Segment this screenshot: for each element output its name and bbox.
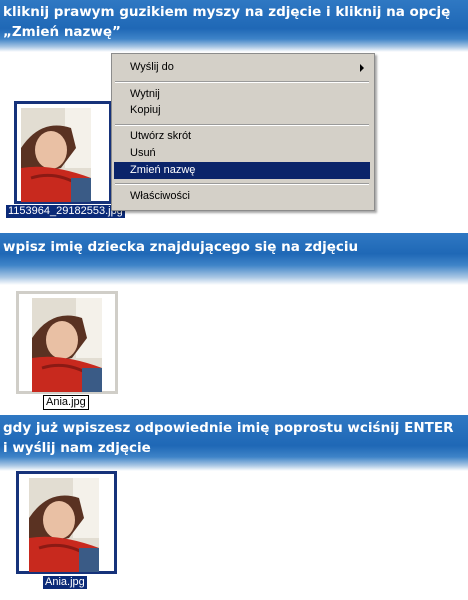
menu-item-send-to[interactable]: Wyślij do bbox=[114, 59, 370, 76]
menu-separator bbox=[115, 81, 369, 83]
instruction-banner-step2: wpisz imię dziecka znajdującego się na z… bbox=[0, 233, 468, 285]
file-thumbnail-renamed[interactable] bbox=[16, 471, 117, 574]
instruction-text: kliknij prawym guzikiem myszy na zdjęcie… bbox=[3, 4, 451, 20]
file-thumbnail-renaming[interactable] bbox=[16, 291, 118, 394]
menu-item-cut[interactable]: Wytnij bbox=[114, 86, 370, 103]
menu-item-properties[interactable]: Właściwości bbox=[114, 188, 370, 205]
instruction-text: gdy już wpiszesz odpowiednie imię popros… bbox=[3, 420, 454, 436]
instruction-banner-step1: kliknij prawym guzikiem myszy na zdjęcie… bbox=[0, 0, 468, 52]
child-photo bbox=[21, 108, 91, 202]
menu-separator bbox=[115, 183, 369, 185]
menu-item-delete[interactable]: Usuń bbox=[114, 145, 370, 162]
menu-separator bbox=[115, 124, 369, 126]
instruction-banner-step3: gdy już wpiszesz odpowiednie imię popros… bbox=[0, 415, 468, 471]
menu-item-rename[interactable]: Zmień nazwę bbox=[114, 162, 370, 179]
child-photo bbox=[32, 298, 102, 392]
file-name-label[interactable]: Ania.jpg bbox=[43, 576, 87, 589]
file-name-label[interactable]: 1153964_29182553.jpg bbox=[6, 205, 125, 218]
menu-item-copy[interactable]: Kopiuj bbox=[114, 102, 370, 119]
instruction-text: „Zmień nazwę” bbox=[3, 24, 121, 40]
instruction-text: i wyślij nam zdjęcie bbox=[3, 440, 151, 456]
instruction-text: wpisz imię dziecka znajdującego się na z… bbox=[3, 239, 359, 255]
menu-item-label: Wyślij do bbox=[130, 61, 174, 73]
child-photo bbox=[29, 478, 99, 572]
file-rename-input[interactable]: Ania.jpg bbox=[43, 395, 89, 410]
submenu-arrow-icon bbox=[360, 64, 364, 72]
file-thumbnail-selected[interactable] bbox=[14, 101, 112, 204]
context-menu: Wyślij do Wytnij Kopiuj Utwórz skrót Usu… bbox=[111, 53, 375, 211]
menu-item-create-shortcut[interactable]: Utwórz skrót bbox=[114, 128, 370, 145]
